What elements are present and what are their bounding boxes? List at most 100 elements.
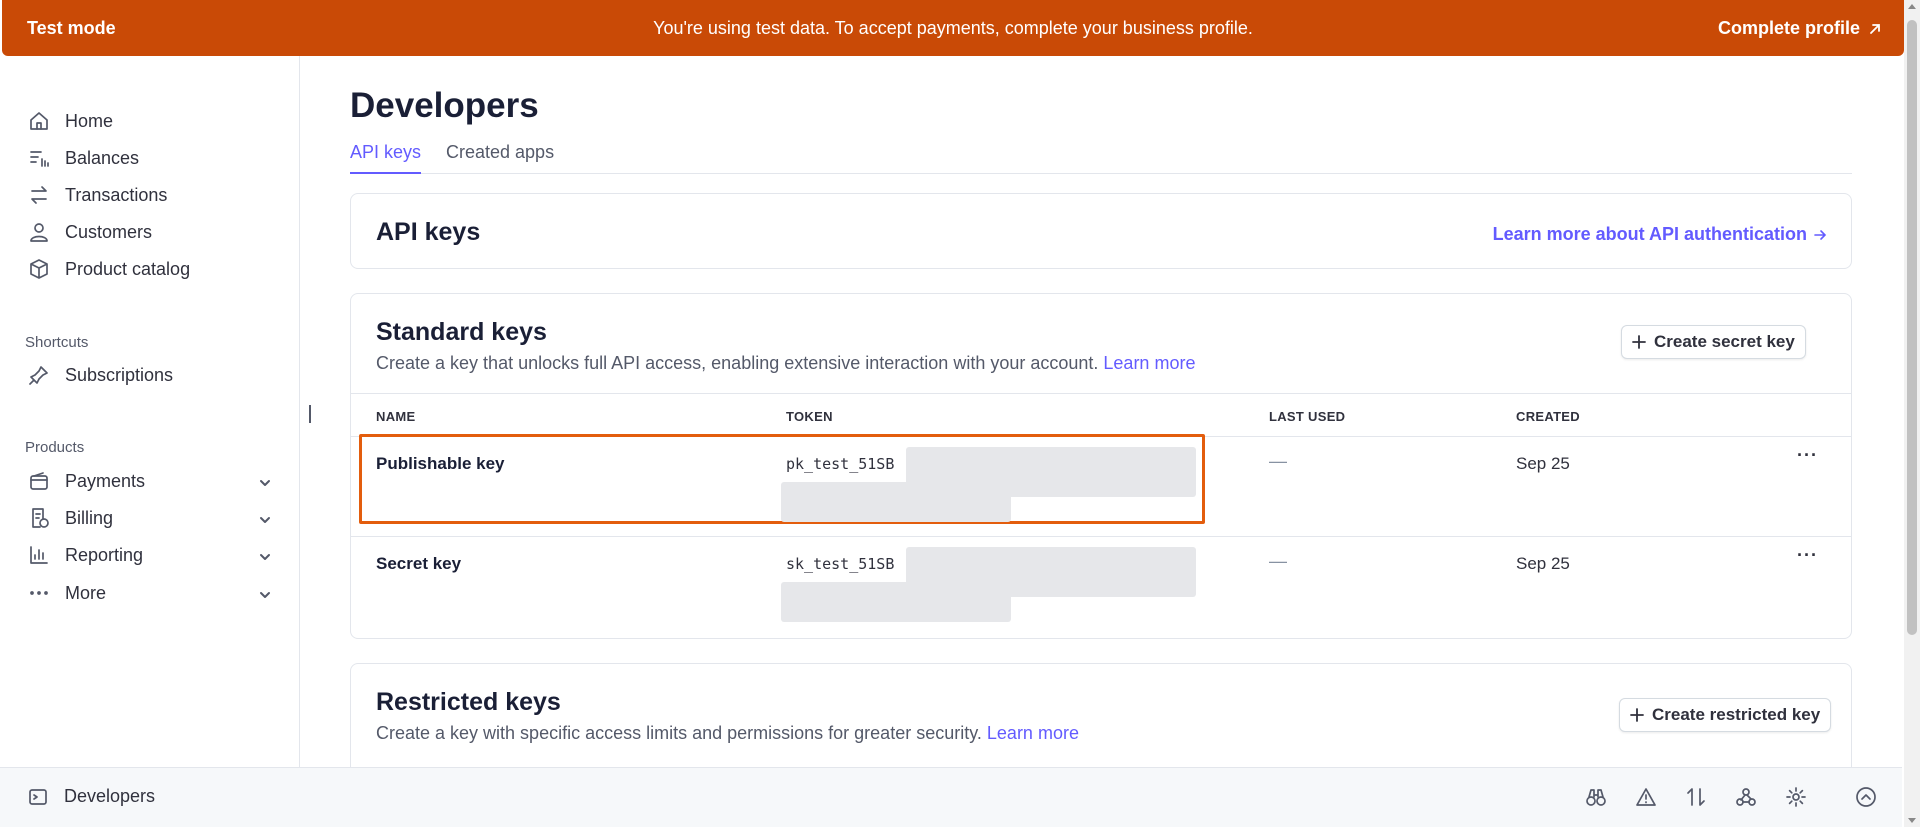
key-token[interactable]: pk_test_51SB — [786, 455, 894, 473]
sidebar-item-label: Home — [65, 110, 114, 131]
scrollbar[interactable] — [1904, 0, 1920, 827]
column-header-token: TOKEN — [786, 409, 833, 424]
key-token[interactable]: sk_test_51SB — [786, 555, 894, 573]
sidebar-item-balances[interactable]: Balances — [28, 143, 139, 173]
sidebar-item-label: Billing — [65, 507, 114, 528]
key-last-used: — — [1269, 451, 1287, 471]
complete-profile-link[interactable]: Complete profile — [1718, 18, 1882, 39]
tab-created-apps[interactable]: Created apps — [446, 134, 554, 174]
sidebar-resize-handle[interactable] — [309, 405, 311, 423]
arrow-right-icon — [1814, 229, 1827, 240]
sidebar-item-reporting[interactable]: Reporting — [28, 540, 270, 570]
complete-profile-label: Complete profile — [1717, 18, 1860, 38]
standard-keys-heading: Standard keys — [376, 318, 547, 346]
chevron-down-icon — [258, 474, 272, 495]
sidebar-item-product-catalog[interactable]: Product catalog — [28, 254, 190, 284]
developers-shortcut[interactable]: Developers — [28, 786, 155, 807]
sidebar-item-more[interactable]: More — [28, 578, 270, 608]
restricted-keys-learn-more[interactable]: Learn more — [987, 723, 1079, 743]
column-header-created: CREATED — [1516, 409, 1580, 424]
tab-api-keys[interactable]: API keys — [350, 134, 422, 174]
create-restricted-key-label: Create restricted key — [1652, 705, 1821, 724]
chevron-down-icon — [258, 511, 272, 532]
sidebar-item-transactions[interactable]: Transactions — [28, 180, 167, 210]
webhooks-icon[interactable] — [1734, 785, 1758, 809]
sidebar-item-subscriptions[interactable]: Subscriptions — [28, 360, 173, 390]
arrow-up-right-icon — [1870, 23, 1880, 34]
api-keys-card: API keys Learn more about API authentica… — [350, 193, 1852, 269]
learn-api-auth-label: Learn more about API authentication — [1492, 224, 1807, 244]
page-title: Developers — [350, 86, 539, 125]
more-dots-icon — [28, 582, 50, 604]
sidebar-item-label: Subscriptions — [65, 364, 174, 385]
scrollbar-thumb[interactable] — [1907, 20, 1917, 635]
shortcuts-heading: Shortcuts — [25, 334, 89, 351]
home-icon — [28, 110, 50, 132]
sidebar-item-home[interactable]: Home — [28, 106, 113, 136]
main-content: Developers API keys Created apps API key… — [350, 56, 1852, 767]
row-overflow-menu-icon[interactable]: ··· — [1797, 545, 1818, 566]
developers-label: Developers — [64, 786, 156, 806]
scroll-up-arrow-icon[interactable] — [1908, 4, 1916, 9]
billing-icon — [28, 507, 50, 529]
sidebar-item-payments[interactable]: Payments — [28, 466, 270, 496]
key-created: Sep 25 — [1516, 554, 1570, 573]
plus-icon — [1630, 708, 1644, 722]
balances-icon — [28, 147, 50, 169]
plus-icon — [1632, 335, 1646, 349]
standard-keys-card: Standard keys Create a key that unlocks … — [350, 293, 1852, 639]
restricted-keys-card: Restricted keys Create a key with specif… — [350, 663, 1852, 767]
binoculars-icon[interactable] — [1584, 785, 1608, 809]
key-name: Publishable key — [376, 454, 505, 473]
restricted-keys-description: Create a key with specific access limits… — [376, 723, 1079, 744]
scroll-down-arrow-icon[interactable] — [1908, 818, 1916, 823]
sidebar-item-billing[interactable]: Billing — [28, 503, 270, 533]
settings-icon[interactable] — [1784, 785, 1808, 809]
sidebar: Home Balances Transactions Customers Pro… — [0, 56, 300, 767]
product-catalog-icon — [28, 258, 50, 280]
sidebar-item-label: Product catalog — [65, 258, 191, 279]
learn-api-auth-link[interactable]: Learn more about API authentication — [1493, 224, 1827, 245]
column-header-last-used: LAST USED — [1269, 409, 1346, 424]
customers-icon — [28, 221, 50, 243]
transactions-icon — [28, 184, 50, 206]
pin-icon — [28, 364, 50, 386]
chevron-down-icon — [258, 548, 272, 569]
standard-keys-desc-text: Create a key that unlocks full API acces… — [376, 353, 1099, 373]
sidebar-item-label: Customers — [65, 221, 153, 242]
key-created: Sep 25 — [1516, 454, 1570, 473]
column-header-name: NAME — [376, 409, 416, 424]
table-row-publishable-key[interactable]: Publishable key pk_test_51SB — Sep 25 ··… — [351, 434, 1851, 537]
keys-table-header: NAME TOKEN LAST USED CREATED — [351, 393, 1851, 437]
test-mode-banner: Test mode You're using test data. To acc… — [2, 0, 1904, 56]
create-restricted-key-button[interactable]: Create restricted key — [1619, 698, 1832, 732]
sidebar-item-label: Balances — [65, 147, 140, 168]
restricted-keys-heading: Restricted keys — [376, 688, 561, 716]
redacted-token-block — [781, 482, 1011, 522]
terminal-icon — [29, 788, 47, 805]
products-heading: Products — [25, 439, 85, 456]
payments-icon — [28, 470, 50, 492]
restricted-keys-desc-text: Create a key with specific access limits… — [376, 723, 982, 743]
collapse-icon[interactable] — [1854, 785, 1878, 809]
sidebar-item-label: Reporting — [65, 544, 144, 565]
sidebar-item-customers[interactable]: Customers — [28, 217, 152, 247]
chevron-down-icon — [258, 586, 272, 607]
reporting-icon — [28, 544, 50, 566]
table-row-secret-key[interactable]: Secret key sk_test_51SB — Sep 25 ··· — [351, 537, 1851, 637]
create-secret-key-label: Create secret key — [1654, 332, 1795, 351]
api-keys-heading: API keys — [376, 218, 481, 246]
sidebar-item-label: More — [65, 582, 107, 603]
standard-keys-learn-more[interactable]: Learn more — [1103, 353, 1195, 373]
sidebar-item-label: Transactions — [65, 184, 168, 205]
transfer-icon[interactable] — [1684, 785, 1708, 809]
tab-bar: API keys Created apps — [350, 134, 1852, 174]
create-secret-key-button[interactable]: Create secret key — [1621, 325, 1806, 359]
warning-icon[interactable] — [1634, 785, 1658, 809]
redacted-token-block — [781, 582, 1011, 622]
sidebar-item-label: Payments — [65, 470, 146, 491]
key-name: Secret key — [376, 554, 462, 573]
key-last-used: — — [1269, 551, 1287, 571]
standard-keys-description: Create a key that unlocks full API acces… — [376, 353, 1195, 374]
row-overflow-menu-icon[interactable]: ··· — [1797, 445, 1818, 466]
